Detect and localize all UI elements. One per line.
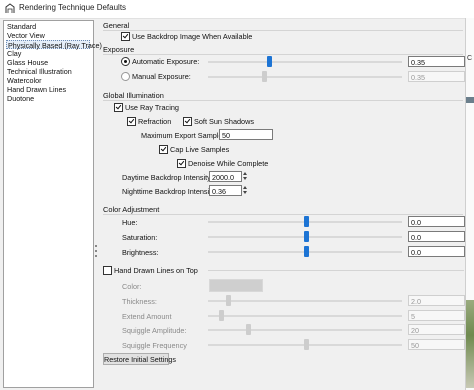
divider bbox=[103, 100, 463, 101]
background-window-text: C bbox=[467, 55, 473, 62]
global-illumination-title: Global Illumination bbox=[103, 91, 164, 100]
use-backdrop-label: Use Backdrop Image When Available bbox=[132, 32, 253, 41]
list-item-standard[interactable]: Standard bbox=[6, 22, 91, 31]
automatic-exposure-input[interactable]: 0.35 bbox=[408, 56, 465, 67]
squiggle-frequency-input: 50 bbox=[408, 339, 465, 350]
hand-drawn-lines-label: Hand Drawn Lines on Top bbox=[114, 266, 198, 275]
title-bar: Rendering Technique Defaults bbox=[0, 0, 474, 19]
squiggle-amplitude-input: 20 bbox=[408, 324, 465, 335]
automatic-exposure-track[interactable] bbox=[208, 61, 402, 63]
manual-exposure-radio[interactable] bbox=[121, 72, 130, 81]
hand-drawn-lines-checkbox[interactable] bbox=[103, 266, 112, 275]
divider bbox=[103, 30, 463, 31]
squiggle-amplitude-thumb bbox=[246, 324, 251, 335]
daytime-intensity-spinner[interactable] bbox=[243, 171, 249, 182]
list-item-hand-drawn-lines[interactable]: Hand Drawn Lines bbox=[6, 85, 91, 94]
hue-thumb[interactable] bbox=[304, 216, 309, 227]
squiggle-amplitude-label: Squiggle Amplitude: bbox=[122, 326, 187, 335]
automatic-exposure-thumb[interactable] bbox=[267, 56, 272, 67]
color-swatch bbox=[209, 279, 263, 292]
max-export-samples-input[interactable]: 50 bbox=[219, 129, 273, 140]
brightness-thumb[interactable] bbox=[304, 246, 309, 257]
extend-amount-label: Extend Amount bbox=[122, 312, 172, 321]
nighttime-intensity-label: Nighttime Backdrop Intensity: bbox=[122, 187, 217, 196]
color-label: Color: bbox=[122, 282, 142, 291]
automatic-exposure-label: Automatic Exposure: bbox=[132, 57, 200, 66]
brightness-label: Brightness: bbox=[122, 248, 159, 257]
extend-amount-track bbox=[208, 315, 402, 317]
background-window-toolbar bbox=[466, 97, 474, 103]
splitter-handle[interactable] bbox=[95, 242, 98, 264]
manual-exposure-track bbox=[208, 76, 402, 78]
soft-sun-shadows-checkbox[interactable] bbox=[183, 117, 192, 126]
denoise-label: Denoise While Complete bbox=[188, 159, 269, 168]
restore-initial-settings-button[interactable]: Restore Initial Settings bbox=[103, 353, 176, 365]
background-window-image bbox=[466, 300, 474, 388]
extend-amount-thumb bbox=[219, 310, 224, 321]
nighttime-intensity-spinner[interactable] bbox=[243, 185, 249, 196]
thickness-thumb bbox=[226, 295, 231, 306]
general-section-title: General bbox=[103, 21, 130, 30]
manual-exposure-label: Manual Exposure: bbox=[132, 72, 191, 81]
denoise-checkbox[interactable] bbox=[177, 159, 186, 168]
thickness-input: 2.0 bbox=[408, 295, 465, 306]
hue-label: Hue: bbox=[122, 218, 138, 227]
daytime-intensity-label: Daytime Backdrop Intensity: bbox=[122, 173, 213, 182]
cap-live-samples-checkbox[interactable] bbox=[159, 145, 168, 154]
app-house-icon bbox=[5, 3, 15, 13]
divider bbox=[103, 214, 463, 215]
saturation-thumb[interactable] bbox=[304, 231, 309, 242]
list-item-physically-based[interactable]: Physically Based (Ray Trace) bbox=[6, 40, 102, 50]
list-item-vector-view[interactable]: Vector View bbox=[6, 31, 91, 40]
daytime-intensity-input[interactable]: 2000.0 bbox=[209, 171, 242, 182]
list-item-watercolor[interactable]: Watercolor bbox=[6, 76, 91, 85]
brightness-input[interactable]: 0.0 bbox=[408, 246, 465, 257]
list-item-duotone[interactable]: Duotone bbox=[6, 94, 91, 103]
thickness-track bbox=[208, 300, 402, 302]
thickness-label: Thickness: bbox=[122, 297, 157, 306]
refraction-label: Refraction bbox=[138, 117, 172, 126]
use-ray-tracing-label: Use Ray Tracing bbox=[125, 103, 179, 112]
use-backdrop-checkbox[interactable] bbox=[121, 32, 130, 41]
use-ray-tracing-checkbox[interactable] bbox=[114, 103, 123, 112]
manual-exposure-input: 0.35 bbox=[408, 71, 465, 82]
refraction-checkbox[interactable] bbox=[127, 117, 136, 126]
saturation-label: Saturation: bbox=[122, 233, 158, 242]
squiggle-frequency-thumb bbox=[304, 339, 309, 350]
automatic-exposure-radio[interactable] bbox=[121, 57, 130, 66]
list-item-clay[interactable]: Clay bbox=[6, 49, 91, 58]
color-adjustment-title: Color Adjustment bbox=[103, 205, 160, 214]
manual-exposure-thumb bbox=[262, 71, 267, 82]
squiggle-amplitude-track bbox=[208, 329, 402, 331]
list-item-glass-house[interactable]: Glass House bbox=[6, 58, 91, 67]
max-export-samples-label: Maximum Export Samples: bbox=[141, 131, 229, 140]
squiggle-frequency-label: Squiggle Frequency bbox=[122, 341, 187, 350]
divider bbox=[103, 54, 463, 55]
extend-amount-input: 5 bbox=[408, 310, 465, 321]
divider bbox=[208, 270, 464, 271]
hue-input[interactable]: 0.0 bbox=[408, 216, 465, 227]
saturation-input[interactable]: 0.0 bbox=[408, 231, 465, 242]
cap-live-samples-label: Cap Live Samples bbox=[170, 145, 230, 154]
window-title: Rendering Technique Defaults bbox=[19, 3, 127, 12]
soft-sun-shadows-label: Soft Sun Shadows bbox=[194, 117, 255, 126]
technique-list[interactable]: Standard Vector View Physically Based (R… bbox=[3, 20, 102, 388]
list-item-technical-illustration[interactable]: Technical Illustration bbox=[6, 67, 91, 76]
exposure-section-title: Exposure bbox=[103, 45, 135, 54]
nighttime-intensity-input[interactable]: 0.36 bbox=[209, 185, 242, 196]
